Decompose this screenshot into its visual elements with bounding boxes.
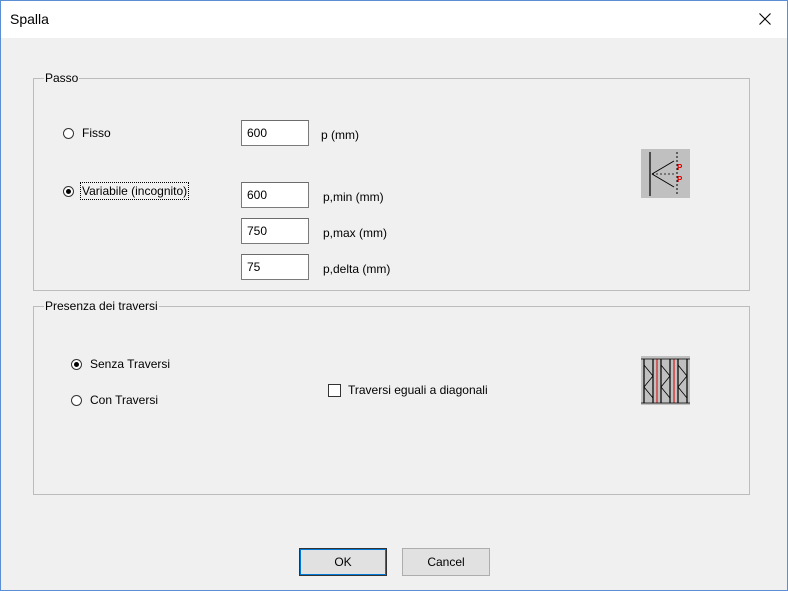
con-traversi-radio[interactable]: Con Traversi	[71, 393, 158, 407]
title-bar: Spalla	[0, 0, 788, 38]
passo-delta-unit: p,delta (mm)	[323, 262, 391, 276]
traversi-eguali-label: Traversi eguali a diagonali	[348, 383, 488, 397]
senza-traversi-label: Senza Traversi	[90, 357, 171, 371]
passo-min-input[interactable]	[241, 182, 309, 208]
diagram-mark-p-bottom: P	[677, 175, 683, 184]
passo-max-input[interactable]	[241, 218, 309, 244]
passo-fisso-unit: p (mm)	[321, 128, 359, 142]
passo-group-label: Passo	[44, 71, 80, 85]
close-icon	[759, 13, 771, 25]
senza-traversi-radio-circle	[71, 358, 82, 370]
variabile-radio[interactable]: Variabile (incognito)	[63, 182, 190, 200]
fisso-radio-label: Fisso	[82, 126, 111, 140]
variabile-radio-label: Variabile (incognito)	[79, 182, 190, 200]
variabile-radio-circle	[63, 185, 74, 197]
con-traversi-label: Con Traversi	[90, 393, 159, 407]
close-button[interactable]	[742, 0, 788, 38]
fisso-radio[interactable]: Fisso	[63, 126, 111, 140]
traversi-eguali-checkbox-box	[328, 383, 341, 397]
con-traversi-radio-circle	[71, 394, 82, 406]
rack-frame-icon	[641, 356, 690, 405]
passo-fisso-input[interactable]	[241, 120, 309, 146]
cancel-button[interactable]: Cancel	[402, 548, 490, 576]
ok-button[interactable]: OK	[299, 548, 387, 576]
traversi-group-label: Presenza dei traversi	[44, 299, 159, 313]
traversi-eguali-checkbox[interactable]: Traversi eguali a diagonali	[328, 383, 488, 397]
fisso-radio-circle	[63, 127, 74, 139]
diagram-mark-p-top: P	[677, 163, 683, 172]
passo-max-unit: p,max (mm)	[323, 226, 387, 240]
passo-delta-input[interactable]	[241, 254, 309, 280]
truss-pitch-diagram-icon: P P	[641, 149, 690, 198]
senza-traversi-radio[interactable]: Senza Traversi	[71, 357, 170, 371]
passo-min-unit: p,min (mm)	[323, 190, 384, 204]
window-title: Spalla	[10, 11, 49, 27]
